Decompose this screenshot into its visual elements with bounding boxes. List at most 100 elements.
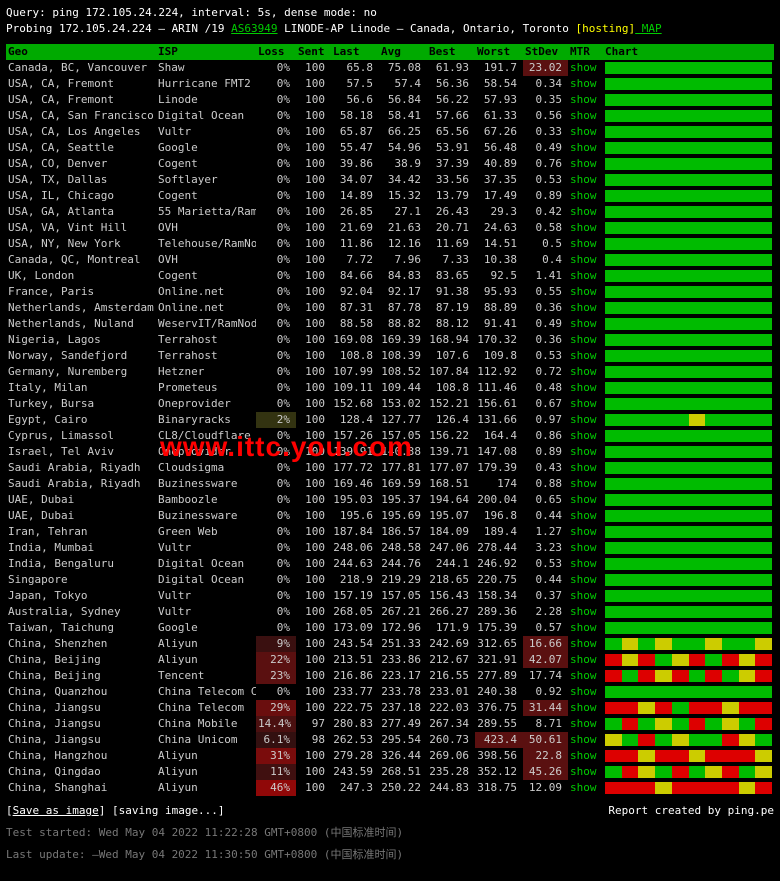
mtr-show-link[interactable]: show xyxy=(570,93,597,106)
table-row: Saudi Arabia, RiyadhCloudsigma0%100177.7… xyxy=(6,460,774,476)
mtr-show-link[interactable]: show xyxy=(570,509,597,522)
mtr-show-link[interactable]: show xyxy=(570,109,597,122)
ping-chart xyxy=(605,542,772,554)
ping-chart xyxy=(605,766,772,778)
ping-chart xyxy=(605,206,772,218)
mtr-show-link[interactable]: show xyxy=(570,173,597,186)
mtr-show-link[interactable]: show xyxy=(570,141,597,154)
mtr-show-link[interactable]: show xyxy=(570,637,597,650)
ping-chart xyxy=(605,270,772,282)
ping-chart xyxy=(605,446,772,458)
table-row: Netherlands, NulandWeservIT/RamNode0%100… xyxy=(6,316,774,332)
table-row: France, ParisOnline.net0%10092.0492.1791… xyxy=(6,284,774,300)
mtr-show-link[interactable]: show xyxy=(570,365,597,378)
table-row: China, ShenzhenAliyun9%100243.54251.3324… xyxy=(6,636,774,652)
mtr-show-link[interactable]: show xyxy=(570,589,597,602)
mtr-show-link[interactable]: show xyxy=(570,461,597,474)
mtr-show-link[interactable]: show xyxy=(570,413,597,426)
mtr-show-link[interactable]: show xyxy=(570,237,597,250)
mtr-show-link[interactable]: show xyxy=(570,573,597,586)
col-avg: Avg xyxy=(379,44,427,60)
mtr-show-link[interactable]: show xyxy=(570,445,597,458)
mtr-show-link[interactable]: show xyxy=(570,557,597,570)
table-row: India, MumbaiVultr0%100248.06248.58247.0… xyxy=(6,540,774,556)
mtr-show-link[interactable]: show xyxy=(570,669,597,682)
asn-link[interactable]: AS63949 xyxy=(231,22,277,35)
table-row: Norway, SandefjordTerrahost0%100108.8108… xyxy=(6,348,774,364)
mtr-show-link[interactable]: show xyxy=(570,61,597,74)
table-row: China, JiangsuChina Mobile14.4%97280.832… xyxy=(6,716,774,732)
mtr-show-link[interactable]: show xyxy=(570,189,597,202)
mtr-show-link[interactable]: show xyxy=(570,621,597,634)
table-row: Japan, TokyoVultr0%100157.19157.05156.43… xyxy=(6,588,774,604)
mtr-show-link[interactable]: show xyxy=(570,253,597,266)
mtr-show-link[interactable]: show xyxy=(570,349,597,362)
mtr-show-link[interactable]: show xyxy=(570,733,597,746)
ping-chart xyxy=(605,670,772,682)
table-row: USA, GA, Atlanta55 Marietta/RamNode0%100… xyxy=(6,204,774,220)
mtr-show-link[interactable]: show xyxy=(570,205,597,218)
ping-chart xyxy=(605,334,772,346)
ping-chart xyxy=(605,782,772,794)
ping-chart xyxy=(605,638,772,650)
report-credit: Report created by ping.pe xyxy=(608,804,774,818)
table-row: China, HangzhouAliyun31%100279.28326.442… xyxy=(6,748,774,764)
mtr-show-link[interactable]: show xyxy=(570,397,597,410)
mtr-show-link[interactable]: show xyxy=(570,493,597,506)
mtr-show-link[interactable]: show xyxy=(570,717,597,730)
mtr-show-link[interactable]: show xyxy=(570,221,597,234)
save-as-image-link[interactable]: Save as image xyxy=(13,804,99,817)
mtr-show-link[interactable]: show xyxy=(570,781,597,794)
ping-chart xyxy=(605,702,772,714)
table-row: China, ShanghaiAliyun46%100247.3250.2224… xyxy=(6,780,774,796)
mtr-show-link[interactable]: show xyxy=(570,765,597,778)
mtr-show-link[interactable]: show xyxy=(570,749,597,762)
ping-chart xyxy=(605,750,772,762)
probe-prefix: Probing 172.105.24.224 — ARIN /19 xyxy=(6,22,231,35)
ping-table: GeoISPLossSentLastAvgBestWorstStDevMTRCh… xyxy=(6,44,774,796)
mtr-show-link[interactable]: show xyxy=(570,605,597,618)
ping-chart xyxy=(605,494,772,506)
ping-chart xyxy=(605,366,772,378)
mtr-show-link[interactable]: show xyxy=(570,653,597,666)
table-row: USA, IL, ChicagoCogent0%10014.8915.3213.… xyxy=(6,188,774,204)
ping-chart xyxy=(605,190,772,202)
ping-chart xyxy=(605,414,772,426)
mtr-show-link[interactable]: show xyxy=(570,525,597,538)
map-link[interactable]: MAP xyxy=(635,22,662,35)
table-row: Italy, MilanPrometeus0%100109.11109.4410… xyxy=(6,380,774,396)
col-chart: Chart xyxy=(603,44,774,60)
ping-chart xyxy=(605,238,772,250)
ping-chart xyxy=(605,62,772,74)
mtr-show-link[interactable]: show xyxy=(570,317,597,330)
ping-chart xyxy=(605,734,772,746)
ping-chart xyxy=(605,110,772,122)
mtr-show-link[interactable]: show xyxy=(570,269,597,282)
mtr-show-link[interactable]: show xyxy=(570,701,597,714)
mtr-show-link[interactable]: show xyxy=(570,301,597,314)
table-row: Taiwan, TaichungGoogle0%100173.09172.961… xyxy=(6,620,774,636)
ping-chart xyxy=(605,622,772,634)
table-row: USA, CA, SeattleGoogle0%10055.4754.9653.… xyxy=(6,140,774,156)
table-row: China, JiangsuChina Telecom29%100222.752… xyxy=(6,700,774,716)
ping-chart xyxy=(605,526,772,538)
mtr-show-link[interactable]: show xyxy=(570,429,597,442)
table-row: USA, CA, San FranciscoDigital Ocean0%100… xyxy=(6,108,774,124)
mtr-show-link[interactable]: show xyxy=(570,381,597,394)
mtr-show-link[interactable]: show xyxy=(570,157,597,170)
mtr-show-link[interactable]: show xyxy=(570,77,597,90)
ping-chart xyxy=(605,558,772,570)
table-row: USA, CA, Los AngelesVultr0%10065.8766.25… xyxy=(6,124,774,140)
mtr-show-link[interactable]: show xyxy=(570,125,597,138)
ping-chart xyxy=(605,510,772,522)
mtr-show-link[interactable]: show xyxy=(570,541,597,554)
ping-chart xyxy=(605,606,772,618)
table-row: Netherlands, AmsterdamOnline.net0%10087.… xyxy=(6,300,774,316)
mtr-show-link[interactable]: show xyxy=(570,333,597,346)
mtr-show-link[interactable]: show xyxy=(570,285,597,298)
table-row: UAE, DubaiBuzinessware0%100195.6195.6919… xyxy=(6,508,774,524)
mtr-show-link[interactable]: show xyxy=(570,685,597,698)
ping-chart xyxy=(605,254,772,266)
probe-line: Probing 172.105.24.224 — ARIN /19 AS6394… xyxy=(6,22,774,36)
mtr-show-link[interactable]: show xyxy=(570,477,597,490)
